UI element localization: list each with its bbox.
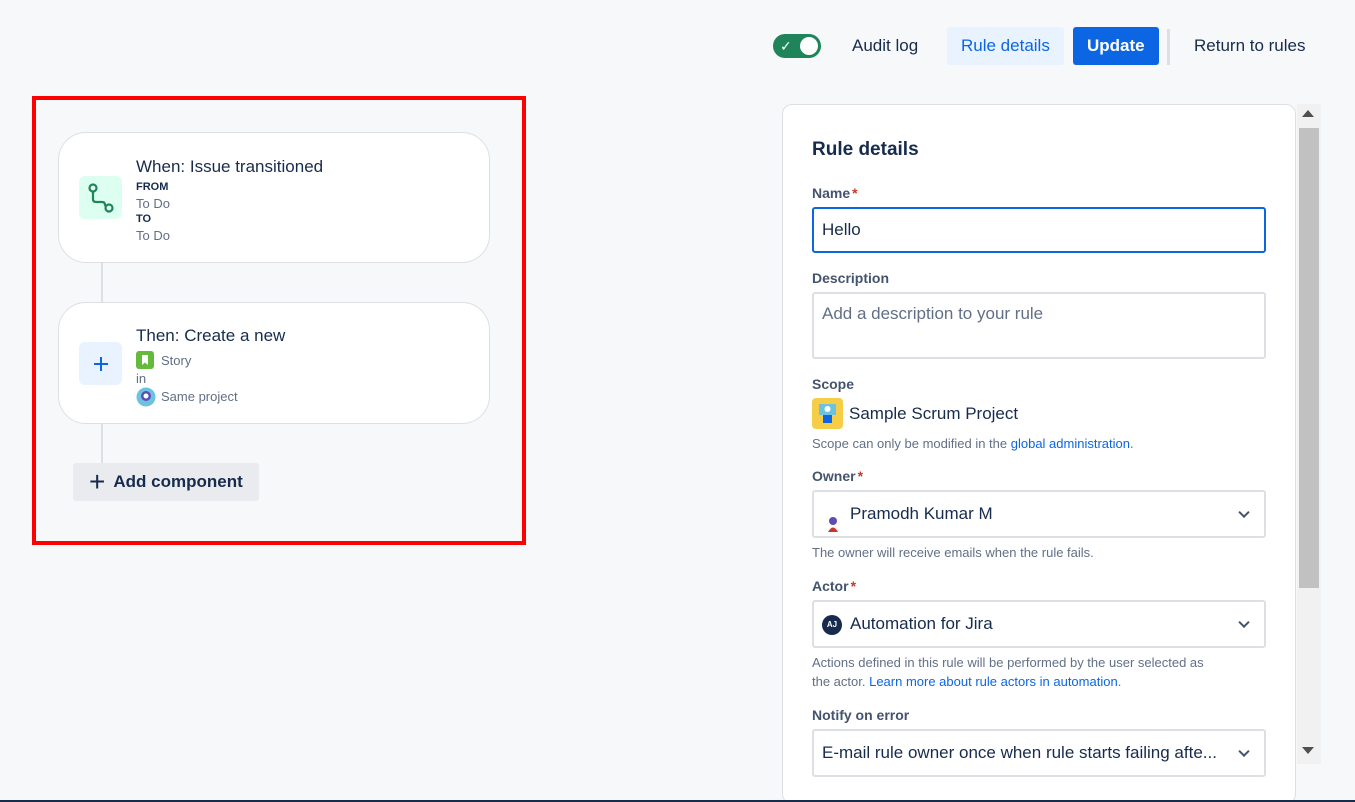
- plus-icon: [79, 342, 122, 385]
- project-avatar-icon: [136, 387, 156, 407]
- actor-select[interactable]: AJ Automation for Jira: [812, 600, 1266, 648]
- audit-log-button[interactable]: Audit log: [838, 27, 932, 65]
- scope-helper: Scope can only be modified in the global…: [812, 436, 1134, 451]
- update-button[interactable]: Update: [1073, 27, 1159, 65]
- in-label: in: [136, 371, 147, 386]
- check-icon: ✓: [780, 38, 792, 54]
- return-to-rules-button[interactable]: Return to rules: [1180, 27, 1320, 65]
- owner-value: Pramodh Kumar M: [850, 504, 993, 523]
- actor-label: Actor *: [812, 578, 857, 594]
- issue-type-label: Story: [161, 353, 192, 368]
- chevron-down-icon: [1238, 616, 1250, 629]
- owner-label: Owner *: [812, 468, 864, 484]
- chevron-down-icon: [1238, 506, 1250, 519]
- toggle-knob: [800, 37, 818, 55]
- owner-select[interactable]: Pramodh Kumar M: [812, 490, 1266, 538]
- to-label: TO: [136, 213, 152, 225]
- add-component-label: Add component: [113, 472, 243, 491]
- plus-icon: +: [89, 466, 106, 497]
- scrollbar-thumb[interactable]: [1299, 128, 1319, 588]
- scope-label: Scope: [812, 376, 855, 392]
- owner-avatar-icon: [824, 506, 842, 532]
- toolbar-divider: [1167, 29, 1170, 65]
- actor-helper-line1: Actions defined in this rule will be per…: [812, 655, 1204, 670]
- global-administration-link[interactable]: global administration: [1011, 436, 1130, 451]
- actor-value: Automation for Jira: [850, 614, 993, 633]
- actor-avatar: AJ: [822, 614, 842, 635]
- notify-label: Notify on error: [812, 707, 910, 723]
- top-toolbar: ✓ Audit log Rule details Update Return t…: [0, 27, 1355, 65]
- rule-details-button[interactable]: Rule details: [947, 27, 1064, 65]
- to-value: To Do: [136, 228, 170, 243]
- rule-enabled-toggle[interactable]: ✓: [773, 34, 821, 58]
- from-value: To Do: [136, 196, 170, 211]
- scope-value: Sample Scrum Project: [849, 404, 1019, 423]
- action-card[interactable]: Then: Create a new Story in Same project: [58, 302, 490, 424]
- chevron-down-icon: [1238, 745, 1250, 758]
- from-label: FROM: [136, 181, 169, 193]
- notify-value: E-mail rule owner once when rule starts …: [822, 743, 1217, 762]
- story-icon: [136, 351, 154, 369]
- panel-title: Rule details: [812, 139, 919, 160]
- project-label: Same project: [161, 389, 238, 404]
- description-input[interactable]: Add a description to your rule: [812, 292, 1266, 359]
- transition-icon: [79, 176, 122, 219]
- connector-line: [101, 262, 103, 302]
- rule-actors-link[interactable]: Learn more about rule actors in automati…: [869, 674, 1118, 689]
- scroll-down-icon[interactable]: [1302, 747, 1314, 754]
- connector-line: [101, 423, 103, 468]
- trigger-card[interactable]: When: Issue transitioned FROM To Do TO T…: [58, 132, 490, 263]
- actor-helper-line2: the actor. Learn more about rule actors …: [812, 674, 1122, 689]
- trigger-title: When: Issue transitioned: [136, 157, 324, 176]
- scroll-up-icon[interactable]: [1302, 110, 1314, 117]
- action-title: Then: Create a new: [136, 326, 286, 345]
- scope-project-icon: [812, 398, 843, 429]
- name-value: Hello: [822, 220, 861, 239]
- name-label: Name *: [812, 185, 858, 201]
- name-input[interactable]: Hello: [812, 207, 1266, 253]
- add-component-button[interactable]: + Add component: [73, 463, 259, 501]
- description-label: Description: [812, 270, 890, 286]
- notify-select[interactable]: E-mail rule owner once when rule starts …: [812, 729, 1266, 777]
- description-placeholder: Add a description to your rule: [822, 304, 1044, 323]
- owner-helper: The owner will receive emails when the r…: [812, 545, 1094, 560]
